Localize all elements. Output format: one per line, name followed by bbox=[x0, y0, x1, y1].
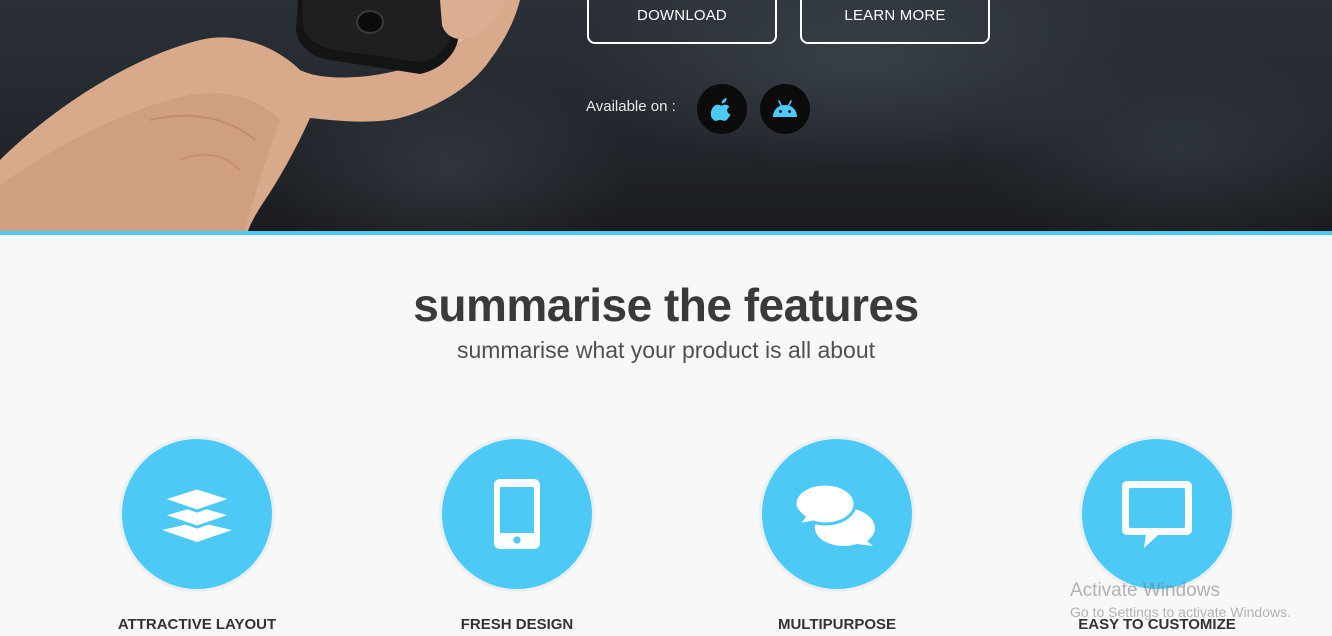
feature-label: MULTIPURPOSE bbox=[777, 616, 897, 633]
learn-more-button-label: LEARN MORE bbox=[844, 7, 946, 24]
message-square-icon bbox=[1122, 481, 1192, 548]
feature-icon-circle bbox=[119, 436, 275, 592]
feature-easy-to-customize: EASY TO CUSTOMIZE bbox=[1078, 436, 1236, 633]
learn-more-button[interactable]: LEARN MORE bbox=[800, 0, 990, 44]
download-button-label: DOWNLOAD bbox=[637, 7, 727, 24]
play-store-button[interactable] bbox=[760, 84, 810, 134]
chat-bubbles-icon bbox=[795, 482, 875, 546]
feature-label: ATTRACTIVE LAYOUT bbox=[117, 616, 277, 633]
feature-icon-circle bbox=[1079, 436, 1235, 592]
feature-icon-circle bbox=[759, 436, 915, 592]
landing-page: DOWNLOAD LEARN MORE Available on : summa… bbox=[0, 0, 1332, 636]
available-on-label: Available on : bbox=[586, 98, 676, 115]
apple-icon bbox=[711, 98, 731, 121]
features-subtitle: summarise what your product is all about bbox=[456, 337, 876, 363]
hand-holding-phone-image bbox=[0, 0, 520, 231]
hero-section: DOWNLOAD LEARN MORE Available on : bbox=[0, 0, 1332, 231]
app-store-button[interactable] bbox=[697, 84, 747, 134]
windows-activation-watermark-title: Activate Windows bbox=[1070, 580, 1220, 601]
feature-label: FRESH DESIGN bbox=[460, 616, 574, 633]
feature-fresh-design: FRESH DESIGN bbox=[439, 436, 595, 633]
hero-accent-border bbox=[0, 231, 1332, 235]
feature-multipurpose: MULTIPURPOSE bbox=[759, 436, 915, 633]
android-icon bbox=[773, 100, 797, 117]
feature-attractive-layout: ATTRACTIVE LAYOUT bbox=[118, 436, 276, 633]
smartphone-icon bbox=[494, 479, 540, 549]
download-button[interactable]: DOWNLOAD bbox=[587, 0, 777, 44]
features-title: summarise the features bbox=[413, 279, 919, 331]
windows-activation-watermark-subtitle: Go to Settings to activate Windows. bbox=[1070, 604, 1291, 620]
layers-icon bbox=[160, 486, 234, 542]
feature-icon-circle bbox=[439, 436, 595, 592]
